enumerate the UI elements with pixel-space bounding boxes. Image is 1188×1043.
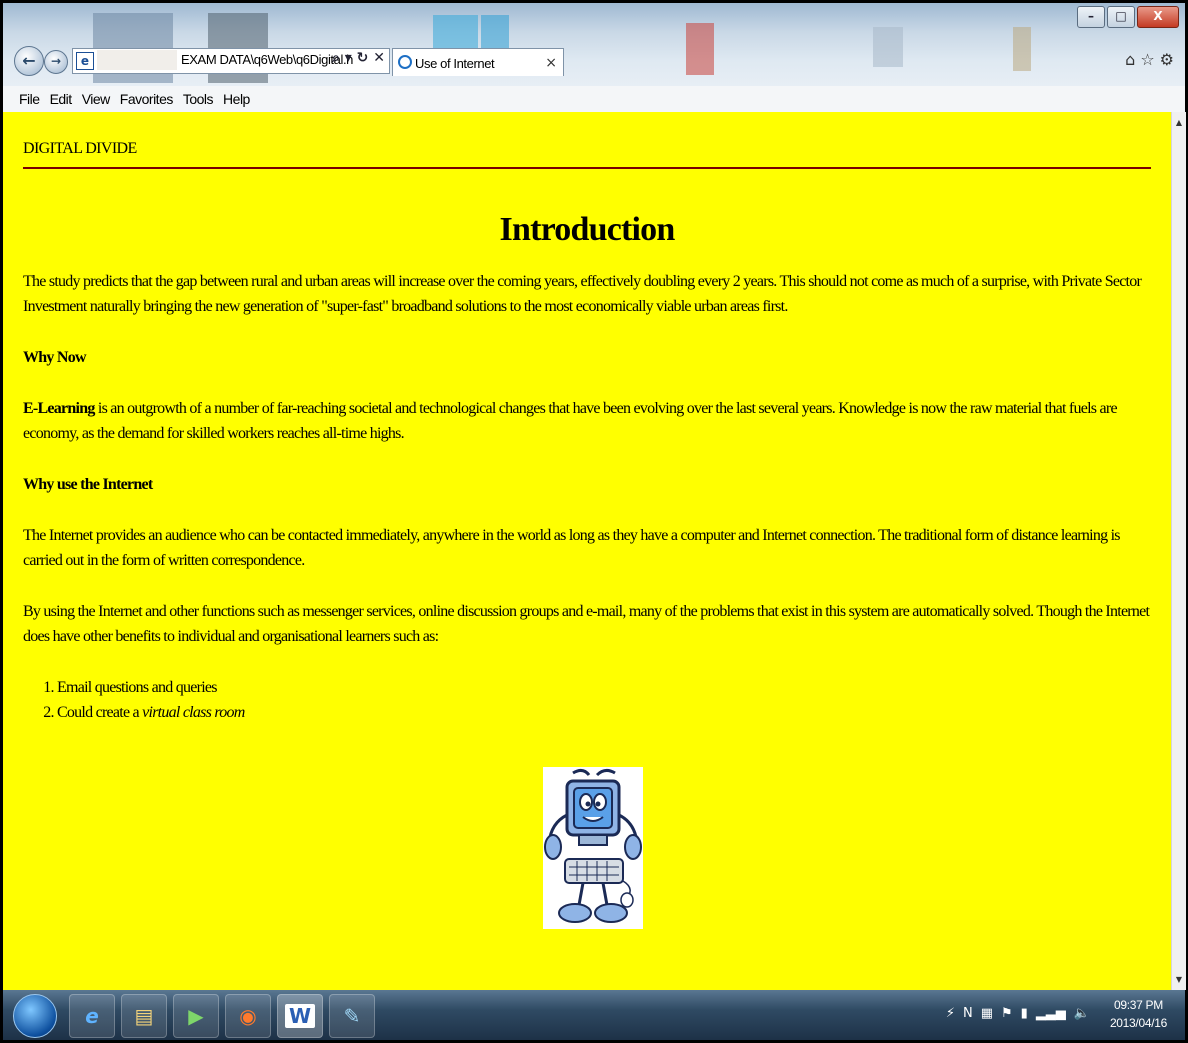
forward-arrow-icon: → xyxy=(50,54,62,68)
maximize-button[interactable]: □ xyxy=(1107,6,1135,28)
elearning-text: is an outgrowth of a number of far-reach… xyxy=(23,400,1118,442)
scroll-up-arrow-icon[interactable]: ▲ xyxy=(1172,118,1186,127)
list-item-text: Could create a xyxy=(57,704,143,721)
menu-file[interactable]: File xyxy=(3,91,45,107)
list-item: Email questions and queries xyxy=(57,675,1151,700)
list-item: Could create a virtual class room xyxy=(57,700,1151,725)
computer-mascot-icon xyxy=(544,768,642,923)
menu-bar: File Edit View Favorites Tools Help xyxy=(3,86,1185,113)
menu-edit[interactable]: Edit xyxy=(45,91,77,107)
elearning-term: E-Learning xyxy=(23,400,95,417)
battery-tray-icon[interactable]: ▮ xyxy=(1021,1006,1028,1021)
desktop-blur-block xyxy=(433,15,478,51)
title-divider xyxy=(23,167,1151,169)
system-tray: ⚡ N ▦ ⚑ ▮ ▂▃▅ 🔈 xyxy=(946,1006,1090,1021)
vertical-scrollbar[interactable]: ▲ ▼ xyxy=(1171,112,1186,990)
computer-mascot-image xyxy=(543,767,643,929)
address-bar[interactable]: e EXAM DATA\q6Web\q6Digital.h ⌕ ▾ ↻ ✕ xyxy=(72,48,390,74)
menu-help[interactable]: Help xyxy=(218,91,255,107)
ie-page-icon: e xyxy=(76,52,94,70)
file-explorer-icon: ▤ xyxy=(134,1004,154,1028)
minimize-button[interactable]: – xyxy=(1077,6,1105,28)
menu-tools[interactable]: Tools xyxy=(178,91,218,107)
web-page: DIGITAL DIVIDE Introduction The study pr… xyxy=(3,112,1171,990)
home-icon[interactable]: ⌂ xyxy=(1125,50,1135,69)
ie-tab-icon xyxy=(398,55,412,69)
back-button[interactable]: ← xyxy=(14,46,44,76)
close-window-button[interactable]: X xyxy=(1137,6,1179,28)
list-item-italic: virtual class room xyxy=(142,704,245,721)
clock-time: 09:37 PM xyxy=(1113,998,1163,1012)
favorites-star-icon[interactable]: ☆ xyxy=(1140,50,1154,69)
elearning-paragraph: E-Learning is an outgrowth of a number o… xyxy=(23,396,1151,446)
flag-tray-icon[interactable]: ⚑ xyxy=(1001,1006,1013,1021)
tab-label: Use of Internet xyxy=(415,56,495,71)
internet-paragraph: The Internet provides an audience who ca… xyxy=(23,527,1121,569)
tab-use-of-internet[interactable]: Use of Internet × xyxy=(392,48,564,76)
why-now-heading: Why Now xyxy=(23,349,87,366)
notepad-taskbar-button[interactable]: ✎ xyxy=(329,994,375,1038)
address-controls[interactable]: ⌕ ▾ ↻ ✕ xyxy=(332,50,385,66)
system-clock[interactable]: 09:37 PM 2013/04/16 xyxy=(1110,996,1167,1032)
ie-taskbar-button[interactable]: e xyxy=(69,994,115,1038)
app-tray-icon[interactable]: ▦ xyxy=(981,1006,993,1021)
intro-paragraph: The study predicts that the gap between … xyxy=(23,273,1142,315)
redacted-path xyxy=(97,50,177,70)
benefits-list: Email questions and queries Could create… xyxy=(23,675,1151,725)
powerpoint-icon: ◉ xyxy=(239,1004,257,1028)
forward-button[interactable]: → xyxy=(44,50,68,74)
page-heading: Introduction xyxy=(499,211,676,248)
clock-date: 2013/04/16 xyxy=(1109,1016,1167,1030)
media-player-icon: ▶ xyxy=(188,1004,204,1028)
n-tray-icon[interactable]: N xyxy=(963,1006,973,1021)
word-icon: W xyxy=(284,1004,316,1028)
why-internet-heading: Why use the Internet xyxy=(23,476,153,493)
menu-view[interactable]: View xyxy=(77,91,115,107)
scroll-down-arrow-icon[interactable]: ▼ xyxy=(1172,975,1186,984)
start-button[interactable] xyxy=(13,994,57,1038)
benefits-paragraph: By using the Internet and other function… xyxy=(23,603,1150,645)
window-controls: – □ X xyxy=(1077,6,1179,28)
desktop-blur-block xyxy=(1013,27,1031,71)
page-content: DIGITAL DIVIDE Introduction The study pr… xyxy=(3,112,1171,725)
volume-tray-icon[interactable]: 🔈 xyxy=(1074,1006,1090,1021)
signal-tray-icon[interactable]: ▂▃▅ xyxy=(1036,1006,1066,1021)
back-arrow-icon: ← xyxy=(22,51,36,70)
desktop-blur-block xyxy=(481,15,509,51)
desktop-blur-block xyxy=(686,23,714,75)
explorer-taskbar-button[interactable]: ▤ xyxy=(121,994,167,1038)
power-tray-icon[interactable]: ⚡ xyxy=(946,1006,955,1021)
windows-taskbar: e ▤ ▶ ◉ W ✎ ⚡ N ▦ ⚑ ▮ ▂▃▅ 🔈 09:37 PM 201… xyxy=(3,990,1185,1040)
word-taskbar-button[interactable]: W xyxy=(277,994,323,1038)
browser-right-icons: ⌂ ☆ ⚙ xyxy=(1125,50,1174,69)
settings-gear-icon[interactable]: ⚙ xyxy=(1160,50,1174,69)
notepad-icon: ✎ xyxy=(343,1004,361,1028)
powerpoint-taskbar-button[interactable]: ◉ xyxy=(225,994,271,1038)
media-player-taskbar-button[interactable]: ▶ xyxy=(173,994,219,1038)
site-title: DIGITAL DIVIDE xyxy=(23,140,137,157)
tab-close-icon[interactable]: × xyxy=(545,55,557,71)
menu-favorites[interactable]: Favorites xyxy=(115,91,178,107)
address-url[interactable]: EXAM DATA\q6Web\q6Digital.h xyxy=(181,52,353,67)
desktop-blur-block xyxy=(873,27,903,67)
ie-icon: e xyxy=(85,1004,99,1028)
